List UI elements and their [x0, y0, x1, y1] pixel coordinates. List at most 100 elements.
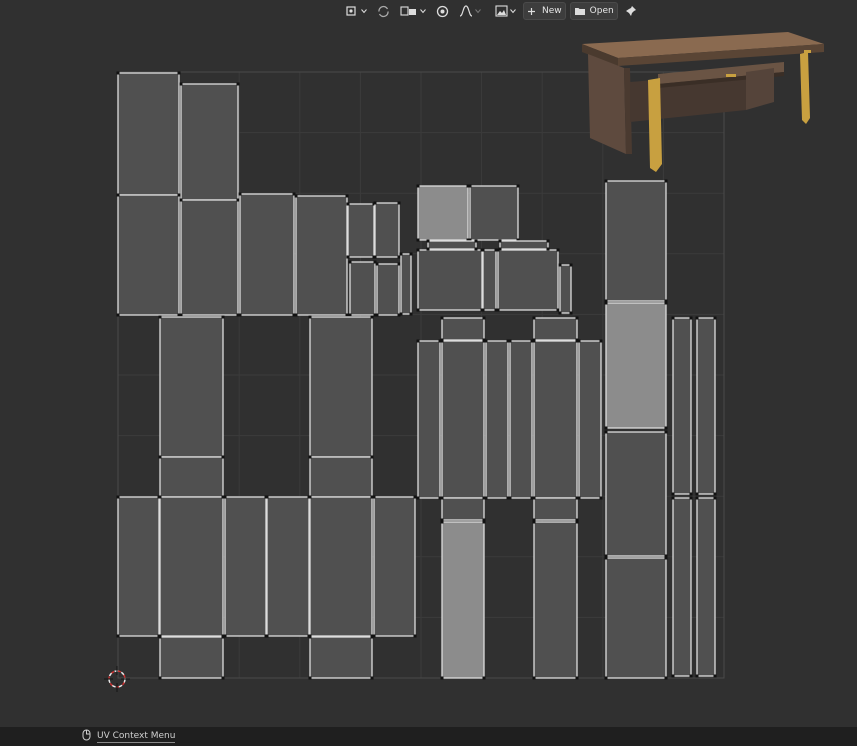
- uv-vertex[interactable]: [373, 201, 377, 205]
- uv-vertex[interactable]: [158, 495, 162, 499]
- uv-island[interactable]: [239, 193, 295, 316]
- uv-vertex[interactable]: [569, 263, 573, 267]
- uv-island[interactable]: [117, 72, 180, 196]
- uv-vertex[interactable]: [604, 179, 608, 183]
- uv-vertex[interactable]: [482, 520, 486, 524]
- uv-vertex[interactable]: [346, 202, 350, 206]
- uv-vertex[interactable]: [695, 674, 699, 678]
- uv-vertex[interactable]: [308, 455, 312, 459]
- uv-vertex[interactable]: [440, 316, 444, 320]
- uv-island[interactable]: [441, 317, 485, 341]
- uv-vertex[interactable]: [695, 316, 699, 320]
- uv-vertex[interactable]: [416, 184, 420, 188]
- uv-vertex[interactable]: [599, 496, 603, 500]
- uv-island[interactable]: [441, 497, 485, 521]
- uv-vertex[interactable]: [494, 308, 498, 312]
- uv-island[interactable]: [374, 202, 400, 258]
- uv-vertex[interactable]: [179, 198, 183, 202]
- uv-vertex[interactable]: [345, 313, 349, 317]
- uv-vertex[interactable]: [532, 520, 536, 524]
- uv-vertex[interactable]: [416, 496, 420, 500]
- uv-vertex[interactable]: [671, 496, 675, 500]
- uv-vertex[interactable]: [671, 492, 675, 496]
- uv-vertex[interactable]: [689, 316, 693, 320]
- uv-vertex[interactable]: [409, 312, 413, 316]
- uv-vertex[interactable]: [482, 316, 486, 320]
- uv-island[interactable]: [578, 340, 602, 499]
- uv-vertex[interactable]: [604, 430, 608, 434]
- uv-island-selected[interactable]: [605, 302, 667, 429]
- uv-vertex[interactable]: [713, 674, 717, 678]
- uv-island[interactable]: [533, 497, 578, 521]
- uv-island[interactable]: [180, 83, 239, 201]
- uv-vertex[interactable]: [409, 252, 413, 256]
- uv-island[interactable]: [117, 496, 160, 637]
- uv-vertex[interactable]: [221, 455, 225, 459]
- uv-vertex[interactable]: [373, 255, 377, 259]
- uv-island[interactable]: [266, 496, 310, 637]
- uv-island[interactable]: [417, 340, 441, 499]
- uv-island-selected[interactable]: [441, 521, 485, 679]
- uv-vertex[interactable]: [416, 308, 420, 312]
- uv-vertex[interactable]: [370, 676, 374, 680]
- uv-vertex[interactable]: [116, 71, 120, 75]
- uv-vertex[interactable]: [482, 676, 486, 680]
- uv-vertex[interactable]: [308, 495, 312, 499]
- uv-vertex[interactable]: [689, 496, 693, 500]
- uv-vertex[interactable]: [440, 339, 444, 343]
- uv-vertex[interactable]: [265, 634, 269, 638]
- uv-vertex[interactable]: [474, 239, 478, 243]
- uv-island[interactable]: [159, 496, 224, 637]
- uv-vertex[interactable]: [265, 495, 269, 499]
- uv-island[interactable]: [376, 263, 400, 316]
- uv-island[interactable]: [349, 261, 376, 316]
- uv-vertex[interactable]: [516, 184, 520, 188]
- uv-vertex[interactable]: [346, 255, 350, 259]
- uv-vertex[interactable]: [532, 339, 536, 343]
- uv-vertex[interactable]: [689, 492, 693, 496]
- uv-vertex[interactable]: [484, 339, 488, 343]
- uv-vertex[interactable]: [482, 496, 486, 500]
- uv-vertex[interactable]: [397, 255, 401, 259]
- uv-island[interactable]: [347, 203, 375, 258]
- snap-target-button[interactable]: [342, 3, 370, 19]
- uv-vertex[interactable]: [345, 194, 349, 198]
- uv-vertex[interactable]: [508, 339, 512, 343]
- uv-vertex[interactable]: [575, 520, 579, 524]
- uv-vertex[interactable]: [399, 312, 403, 316]
- uv-vertex[interactable]: [481, 308, 485, 312]
- uv-vertex[interactable]: [558, 311, 562, 315]
- uv-island[interactable]: [400, 253, 412, 315]
- uv-vertex[interactable]: [440, 520, 444, 524]
- uv-vertex[interactable]: [664, 301, 668, 305]
- uv-vertex[interactable]: [399, 252, 403, 256]
- uv-vertex[interactable]: [370, 455, 374, 459]
- uv-vertex[interactable]: [158, 635, 162, 639]
- uv-vertex[interactable]: [116, 495, 120, 499]
- uv-island[interactable]: [559, 264, 572, 314]
- uv-vertex[interactable]: [468, 184, 472, 188]
- uv-vertex[interactable]: [372, 495, 376, 499]
- uv-vertex[interactable]: [671, 316, 675, 320]
- uv-editor-viewport[interactable]: New Open: [0, 0, 857, 727]
- uv-vertex[interactable]: [116, 313, 120, 317]
- uv-vertex[interactable]: [177, 71, 181, 75]
- uv-vertex[interactable]: [664, 676, 668, 680]
- uv-vertex[interactable]: [569, 311, 573, 315]
- proportional-edit-button[interactable]: [433, 3, 452, 19]
- uv-island[interactable]: [309, 496, 373, 637]
- uv-vertex[interactable]: [413, 634, 417, 638]
- uv-island[interactable]: [427, 240, 477, 250]
- uv-vertex[interactable]: [604, 426, 608, 430]
- uv-vertex[interactable]: [221, 635, 225, 639]
- uv-island[interactable]: [605, 180, 667, 302]
- uv-island[interactable]: [309, 316, 373, 458]
- uv-vertex[interactable]: [440, 496, 444, 500]
- uv-vertex[interactable]: [713, 496, 717, 500]
- uv-vertex[interactable]: [575, 316, 579, 320]
- uv-island[interactable]: [499, 240, 549, 250]
- uv-vertex[interactable]: [348, 260, 352, 264]
- uv-vertex[interactable]: [695, 492, 699, 496]
- uv-vertex[interactable]: [221, 315, 225, 319]
- uv-vertex[interactable]: [532, 316, 536, 320]
